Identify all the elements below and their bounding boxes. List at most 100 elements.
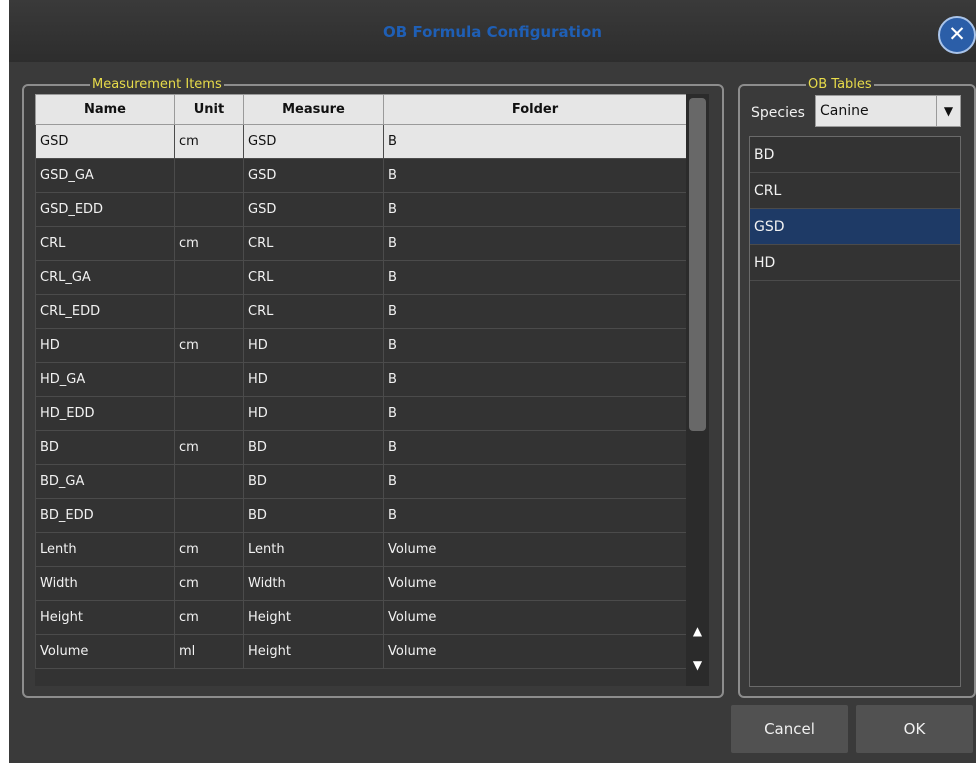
cell-name[interactable]: Width bbox=[35, 566, 175, 601]
cell-unit[interactable]: cm bbox=[174, 600, 244, 635]
cell-unit[interactable] bbox=[174, 362, 244, 397]
cell-name[interactable]: HD_GA bbox=[35, 362, 175, 397]
table-row[interactable]: CRL_GA CRL B bbox=[35, 260, 686, 295]
cell-unit[interactable] bbox=[174, 498, 244, 533]
ok-button-label: OK bbox=[903, 720, 926, 738]
cell-folder[interactable]: Volume bbox=[383, 566, 686, 601]
cell-folder[interactable]: B bbox=[383, 192, 686, 227]
cell-unit[interactable]: cm bbox=[174, 566, 244, 601]
cell-measure[interactable]: CRL bbox=[243, 260, 384, 295]
cell-unit[interactable] bbox=[174, 158, 244, 193]
cell-unit[interactable]: cm bbox=[174, 328, 244, 363]
ob-table-item[interactable]: BD bbox=[750, 137, 960, 173]
scroll-down-icon[interactable]: ▼ bbox=[686, 649, 709, 681]
cell-measure[interactable]: Height bbox=[243, 600, 384, 635]
cell-unit[interactable]: cm bbox=[174, 430, 244, 465]
species-select[interactable]: Canine ▼ bbox=[815, 95, 961, 127]
table-row[interactable]: GSD_GA GSD B bbox=[35, 158, 686, 193]
table-vertical-scrollbar[interactable]: ▲ ▼ bbox=[686, 94, 709, 686]
ob-table-item[interactable]: GSD bbox=[750, 209, 960, 245]
dialog-title: OB Formula Configuration bbox=[383, 23, 602, 41]
cell-measure[interactable]: CRL bbox=[243, 226, 384, 261]
table-row[interactable]: BD_GA BD B bbox=[35, 464, 686, 499]
cell-folder[interactable]: Volume bbox=[383, 634, 686, 669]
table-row[interactable]: Height cm Height Volume bbox=[35, 600, 686, 635]
cell-name[interactable]: Lenth bbox=[35, 532, 175, 567]
cell-folder[interactable]: B bbox=[383, 124, 686, 159]
cell-unit[interactable]: cm bbox=[174, 532, 244, 567]
cell-name[interactable]: CRL bbox=[35, 226, 175, 261]
measurement-table-container: Name Unit Measure Folder GSD cm GSD B GSD_GA… bbox=[35, 94, 686, 686]
cell-unit[interactable]: cm bbox=[174, 124, 244, 159]
ob-table-item[interactable]: CRL bbox=[750, 173, 960, 209]
cell-measure[interactable]: GSD bbox=[243, 124, 384, 159]
cell-measure[interactable]: BD bbox=[243, 464, 384, 499]
cell-unit[interactable] bbox=[174, 294, 244, 329]
cell-name[interactable]: GSD_EDD bbox=[35, 192, 175, 227]
scroll-up-icon[interactable]: ▲ bbox=[686, 615, 709, 647]
cell-measure[interactable]: HD bbox=[243, 328, 384, 363]
cell-folder[interactable]: B bbox=[383, 328, 686, 363]
cell-name[interactable]: CRL_EDD bbox=[35, 294, 175, 329]
cell-name[interactable]: CRL_GA bbox=[35, 260, 175, 295]
cell-folder[interactable]: B bbox=[383, 396, 686, 431]
cell-unit[interactable] bbox=[174, 464, 244, 499]
cancel-button[interactable]: Cancel bbox=[731, 705, 848, 753]
cell-folder[interactable]: B bbox=[383, 498, 686, 533]
close-button[interactable]: ✕ bbox=[938, 16, 976, 54]
ok-button[interactable]: OK bbox=[856, 705, 973, 753]
table-row[interactable]: BD_EDD BD B bbox=[35, 498, 686, 533]
cell-unit[interactable]: cm bbox=[174, 226, 244, 261]
cell-name[interactable]: GSD_GA bbox=[35, 158, 175, 193]
table-row[interactable]: Volume ml Height Volume bbox=[35, 634, 686, 669]
column-header-unit[interactable]: Unit bbox=[174, 94, 244, 125]
cell-measure[interactable]: Width bbox=[243, 566, 384, 601]
chevron-down-icon[interactable]: ▼ bbox=[936, 96, 960, 126]
cell-measure[interactable]: Lenth bbox=[243, 532, 384, 567]
cell-folder[interactable]: B bbox=[383, 226, 686, 261]
table-row[interactable]: GSD_EDD GSD B bbox=[35, 192, 686, 227]
cell-measure[interactable]: GSD bbox=[243, 158, 384, 193]
table-row[interactable]: HD_GA HD B bbox=[35, 362, 686, 397]
cell-measure[interactable]: HD bbox=[243, 396, 384, 431]
table-row[interactable]: Width cm Width Volume bbox=[35, 566, 686, 601]
cell-folder[interactable]: Volume bbox=[383, 600, 686, 635]
ob-table-item[interactable]: HD bbox=[750, 245, 960, 281]
column-header-name[interactable]: Name bbox=[35, 94, 175, 125]
table-row[interactable]: CRL cm CRL B bbox=[35, 226, 686, 261]
cell-name[interactable]: HD bbox=[35, 328, 175, 363]
cell-measure[interactable]: HD bbox=[243, 362, 384, 397]
cell-name[interactable]: HD_EDD bbox=[35, 396, 175, 431]
table-row[interactable]: Lenth cm Lenth Volume bbox=[35, 532, 686, 567]
cell-measure[interactable]: BD bbox=[243, 498, 384, 533]
cell-name[interactable]: BD_EDD bbox=[35, 498, 175, 533]
cell-folder[interactable]: B bbox=[383, 158, 686, 193]
cell-name[interactable]: Height bbox=[35, 600, 175, 635]
column-header-measure[interactable]: Measure bbox=[243, 94, 384, 125]
cell-unit[interactable] bbox=[174, 192, 244, 227]
cell-measure[interactable]: BD bbox=[243, 430, 384, 465]
cell-folder[interactable]: B bbox=[383, 430, 686, 465]
cell-measure[interactable]: GSD bbox=[243, 192, 384, 227]
table-row[interactable]: CRL_EDD CRL B bbox=[35, 294, 686, 329]
cell-folder[interactable]: B bbox=[383, 464, 686, 499]
cell-folder[interactable]: B bbox=[383, 260, 686, 295]
cell-name[interactable]: BD bbox=[35, 430, 175, 465]
table-row[interactable]: HD cm HD B bbox=[35, 328, 686, 363]
column-header-folder[interactable]: Folder bbox=[383, 94, 686, 125]
cell-folder[interactable]: B bbox=[383, 294, 686, 329]
scrollbar-thumb[interactable] bbox=[689, 98, 706, 431]
cell-folder[interactable]: Volume bbox=[383, 532, 686, 567]
table-row[interactable]: GSD cm GSD B bbox=[35, 124, 686, 159]
cell-name[interactable]: GSD bbox=[35, 124, 175, 159]
cell-unit[interactable] bbox=[174, 396, 244, 431]
table-row[interactable]: BD cm BD B bbox=[35, 430, 686, 465]
cell-unit[interactable] bbox=[174, 260, 244, 295]
cell-folder[interactable]: B bbox=[383, 362, 686, 397]
table-row[interactable]: HD_EDD HD B bbox=[35, 396, 686, 431]
cell-measure[interactable]: Height bbox=[243, 634, 384, 669]
cell-name[interactable]: BD_GA bbox=[35, 464, 175, 499]
cell-measure[interactable]: CRL bbox=[243, 294, 384, 329]
cell-name[interactable]: Volume bbox=[35, 634, 175, 669]
cell-unit[interactable]: ml bbox=[174, 634, 244, 669]
